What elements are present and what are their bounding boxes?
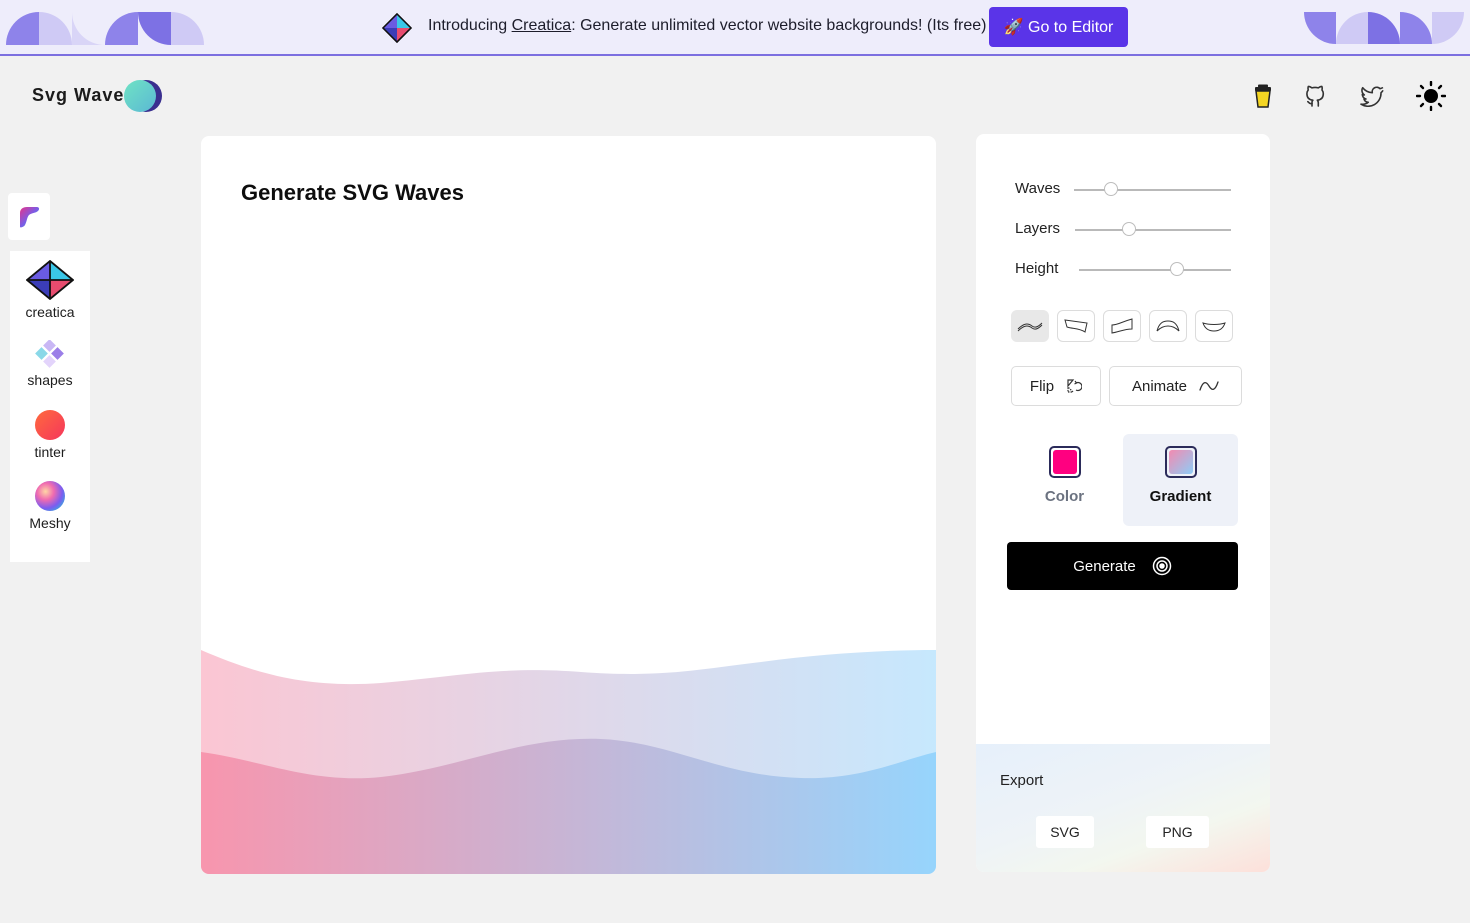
go-to-editor-button[interactable]: 🚀 Go to Editor	[989, 7, 1128, 47]
target-icon	[1152, 556, 1172, 576]
layers-slider-track[interactable]	[1075, 229, 1231, 231]
wave-shape-3-icon	[1111, 318, 1133, 334]
wave-shape-2-icon	[1064, 319, 1088, 333]
export-svg-button[interactable]: SVG	[1036, 816, 1094, 848]
height-slider[interactable]: Height	[1015, 260, 1231, 280]
wave-preview-card: Generate SVG Waves	[201, 136, 936, 874]
wave-shape-4-button[interactable]	[1149, 310, 1187, 342]
wave-shape-4-icon	[1156, 320, 1180, 332]
sidebar-item-shapes[interactable]: shapes	[10, 340, 90, 388]
brand-name[interactable]: Svg Wave	[32, 85, 124, 106]
wave-shape-1-button[interactable]	[1011, 310, 1049, 342]
gradient-mode-label: Gradient	[1149, 488, 1212, 505]
sidebar-menu: creatica shapes tinter Meshy	[10, 251, 90, 562]
sidebar-item-label: Meshy	[29, 515, 71, 531]
sidebar-item-label: shapes	[27, 372, 73, 388]
tinter-icon	[35, 410, 65, 440]
wave-shape-5-button[interactable]	[1195, 310, 1233, 342]
height-slider-thumb[interactable]	[1170, 262, 1184, 276]
banner-decoration-left	[6, 12, 204, 45]
wave-preview-svg[interactable]	[201, 636, 936, 874]
sidebar-app-logo[interactable]	[8, 193, 50, 240]
twitter-icon[interactable]	[1359, 82, 1385, 110]
sidebar-item-creatica[interactable]: creatica	[10, 260, 90, 320]
flip-label: Flip	[1029, 377, 1055, 395]
banner-text: Introducing Creatica: Generate unlimited…	[428, 17, 987, 35]
export-title: Export	[1000, 772, 1044, 789]
export-svg-label: SVG	[1050, 824, 1080, 840]
creatica-logo-icon	[26, 260, 74, 300]
color-swatch[interactable]	[1048, 446, 1081, 478]
gradient-mode-option[interactable]: Gradient	[1123, 434, 1238, 526]
sidebar-item-meshy[interactable]: Meshy	[10, 481, 90, 531]
height-label: Height	[1015, 260, 1059, 277]
github-icon[interactable]	[1303, 82, 1329, 110]
go-to-editor-label: 🚀 Go to Editor	[1003, 19, 1114, 36]
height-slider-track[interactable]	[1079, 269, 1231, 271]
wave-shape-3-button[interactable]	[1103, 310, 1141, 342]
wave-shape-1-icon	[1017, 322, 1043, 332]
wave-shape-2-button[interactable]	[1057, 310, 1095, 342]
creatica-link[interactable]: Creatica	[512, 17, 572, 34]
waves-slider-track[interactable]	[1074, 189, 1231, 191]
sidebar-item-label: creatica	[25, 304, 75, 320]
export-section: Export SVG PNG	[976, 744, 1270, 872]
animate-label: Animate	[1131, 377, 1188, 395]
coffee-cup-icon[interactable]	[1250, 82, 1276, 110]
sidebar-item-tinter[interactable]: tinter	[10, 410, 90, 460]
banner-text-tagline: : Generate unlimited vector website back…	[571, 17, 987, 34]
export-png-button[interactable]: PNG	[1146, 816, 1209, 848]
export-png-label: PNG	[1162, 824, 1193, 840]
layers-slider-thumb[interactable]	[1122, 222, 1136, 236]
controls-panel: Waves Layers Height Flip Animate Color G…	[976, 134, 1270, 872]
sidebar-item-label: tinter	[34, 444, 66, 460]
flip-button[interactable]: Flip	[1011, 366, 1101, 406]
brand-logo-icon	[124, 80, 162, 112]
wave-icon	[1199, 381, 1219, 391]
app-logo-icon	[20, 206, 40, 227]
shapes-icon	[35, 340, 64, 368]
generate-label: Generate	[1073, 557, 1136, 575]
layers-label: Layers	[1015, 220, 1061, 237]
gradient-swatch[interactable]	[1164, 446, 1197, 478]
meshy-icon	[35, 481, 65, 511]
creatica-logo-icon	[382, 13, 412, 43]
waves-slider-thumb[interactable]	[1104, 182, 1118, 196]
sun-icon[interactable]	[1416, 81, 1446, 111]
generate-button[interactable]: Generate	[1007, 542, 1238, 590]
waves-slider[interactable]: Waves	[1015, 180, 1231, 200]
animate-button[interactable]: Animate	[1109, 366, 1242, 406]
waves-label: Waves	[1015, 180, 1061, 197]
promo-banner: Introducing Creatica: Generate unlimited…	[0, 0, 1470, 56]
color-mode-label: Color	[1044, 488, 1085, 505]
color-mode-option[interactable]: Color	[1007, 434, 1122, 526]
flip-icon	[1067, 379, 1083, 393]
layers-slider[interactable]: Layers	[1015, 220, 1231, 240]
wave-shape-5-icon	[1202, 322, 1226, 332]
page-title: Generate SVG Waves	[241, 180, 464, 205]
banner-text-intro: Introducing	[428, 17, 512, 34]
banner-decoration-right	[1304, 12, 1464, 44]
